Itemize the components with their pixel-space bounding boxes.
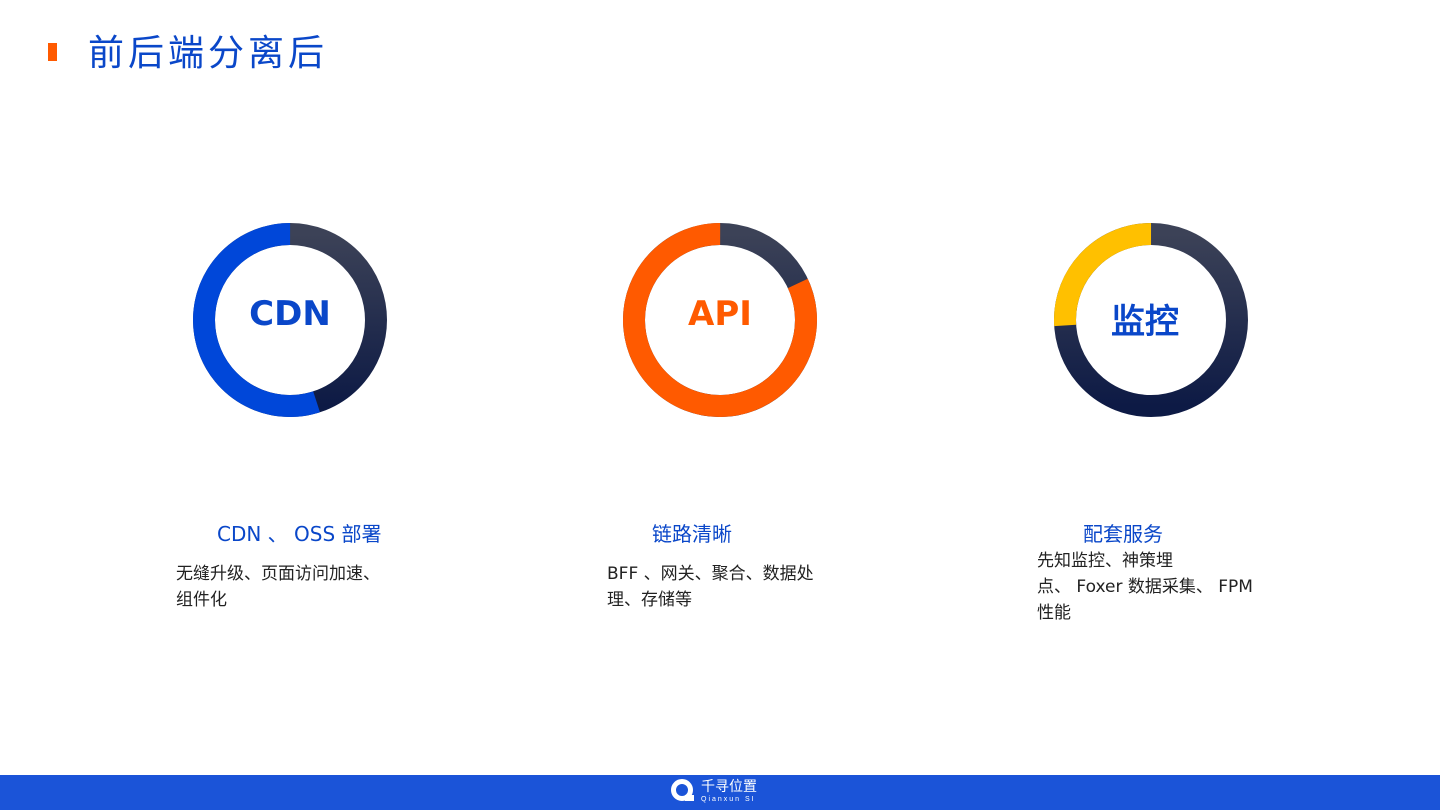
cdn-desc-line: 无缝升级、页面访问加速、 xyxy=(176,564,380,584)
cdn-card-description: 无缝升级、页面访问加速、 组件化 xyxy=(176,561,401,613)
page-title: 前后端分离后 xyxy=(88,33,329,74)
brand-name-en: Qianxun SI xyxy=(701,795,756,803)
brand-logo: 千寻位置 Qianxun SI xyxy=(670,778,757,804)
monitor-ring-label: 监控 xyxy=(1111,302,1179,342)
brand-logo-icon xyxy=(671,779,694,801)
cdn-ring-label: CDN xyxy=(249,294,331,334)
title-accent-bar xyxy=(48,43,57,61)
cdn-desc-line: 组件化 xyxy=(176,590,227,610)
monitor-desc-line: 性能 xyxy=(1037,603,1071,623)
api-card-title: 链路清晰 xyxy=(652,522,732,546)
monitor-card-description: 先知监控、神策埋 点、 Foxer 数据采集、 FPM 性能 xyxy=(1037,548,1262,626)
brand-name-cn: 千寻位置 xyxy=(701,778,757,795)
monitor-desc-line: 先知监控、神策埋 xyxy=(1037,551,1173,571)
cdn-card-title: CDN 、 OSS 部署 xyxy=(217,522,382,546)
api-desc-line: 理、存储等 xyxy=(607,590,692,610)
api-ring-label: API xyxy=(688,294,752,334)
api-desc-line: BFF 、网关、聚合、数据处 xyxy=(607,564,814,584)
monitor-desc-line: 点、 Foxer 数据采集、 FPM xyxy=(1037,577,1253,597)
monitor-card-title: 配套服务 xyxy=(1083,522,1163,546)
api-card-description: BFF 、网关、聚合、数据处 理、存储等 xyxy=(607,561,832,613)
